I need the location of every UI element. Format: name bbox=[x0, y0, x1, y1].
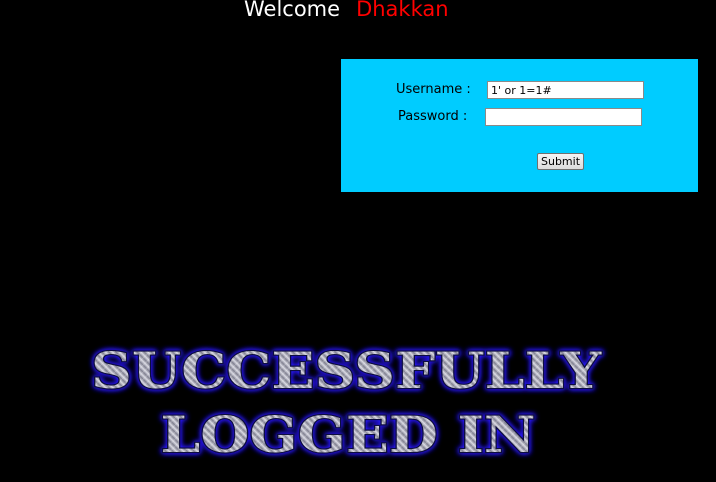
password-input[interactable] bbox=[485, 108, 642, 126]
success-banner-graphic: SUCCESSFULLY LOGGED IN bbox=[90, 340, 604, 466]
login-form: Username : Password : Submit bbox=[341, 59, 698, 192]
welcome-header: Welcome Dhakkan bbox=[244, 0, 449, 21]
username-label: Username : bbox=[396, 82, 471, 97]
banner-line1: SUCCESSFULLY bbox=[91, 341, 602, 400]
welcome-label: Welcome bbox=[244, 0, 341, 21]
username-input[interactable] bbox=[487, 81, 644, 99]
password-label: Password : bbox=[398, 109, 468, 124]
banner-line2: LOGGED IN bbox=[161, 405, 536, 464]
success-banner: SUCCESSFULLY LOGGED IN bbox=[0, 338, 716, 468]
submit-button[interactable]: Submit bbox=[537, 153, 584, 170]
user-name: Dhakkan bbox=[356, 0, 449, 21]
page: Welcome Dhakkan Username : Password : Sub… bbox=[0, 0, 716, 482]
